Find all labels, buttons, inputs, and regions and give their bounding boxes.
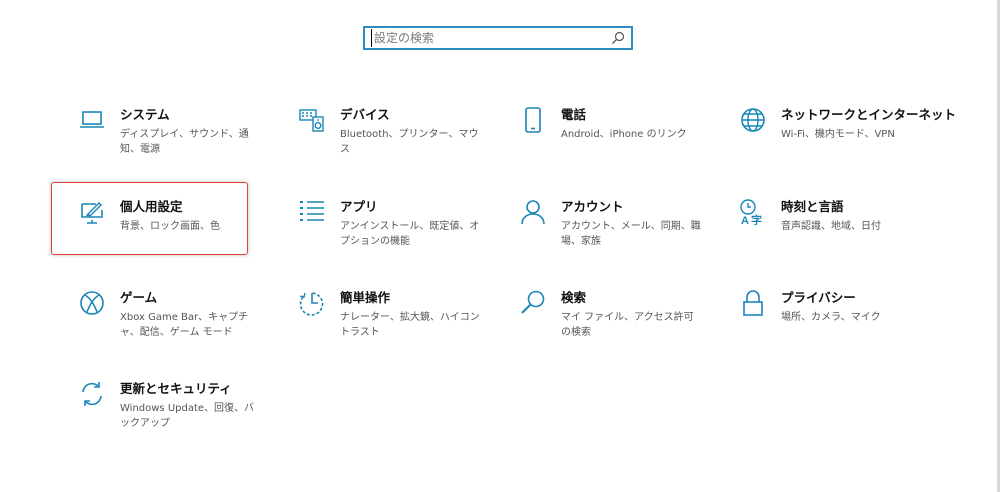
tile-title: 時刻と言語 bbox=[781, 199, 844, 214]
tile-description: Android、iPhone のリンク bbox=[561, 129, 687, 140]
globe-icon bbox=[740, 107, 766, 133]
tile-title: デバイス bbox=[340, 107, 390, 122]
tile-description: Bluetooth、プリンター、マウス bbox=[340, 129, 479, 155]
tile-title: ゲーム bbox=[120, 290, 158, 305]
tile-title: 電話 bbox=[561, 107, 587, 122]
tile-system[interactable]: システム ディスプレイ、サウンド、通知、電源 bbox=[79, 107, 269, 177]
tile-description: ナレーター、拡大鏡、ハイコントラスト bbox=[340, 312, 480, 338]
keyboard-speaker-icon bbox=[299, 107, 325, 133]
tile-title: アプリ bbox=[340, 199, 378, 214]
app-list-icon bbox=[299, 199, 325, 225]
settings-home: システム ディスプレイ、サウンド、通知、電源 デバイス Bluetooth、プリ… bbox=[0, 0, 1000, 492]
person-icon bbox=[520, 199, 546, 225]
time-language-icon: A字 bbox=[740, 199, 766, 225]
xbox-icon bbox=[79, 290, 105, 316]
tile-title: ネットワークとインターネット bbox=[781, 107, 957, 122]
tile-accounts[interactable]: アカウント アカウント、メール、同期、職場、家族 bbox=[520, 199, 710, 269]
tile-update-security[interactable]: 更新とセキュリティ Windows Update、回復、バックアップ bbox=[79, 381, 269, 451]
tile-devices[interactable]: デバイス Bluetooth、プリンター、マウス bbox=[299, 107, 489, 177]
tile-time-language[interactable]: A字 時刻と言語 音声認識、地域、日付 bbox=[740, 199, 930, 269]
phone-icon bbox=[520, 107, 546, 133]
tile-description: 音声認識、地域、日付 bbox=[781, 221, 881, 232]
laptop-icon bbox=[79, 107, 105, 133]
tile-description: ディスプレイ、サウンド、通知、電源 bbox=[120, 129, 249, 155]
tile-title: アカウント bbox=[561, 199, 624, 214]
search-magnifier-icon bbox=[520, 290, 546, 316]
tile-title: システム bbox=[120, 107, 170, 122]
sync-icon bbox=[79, 381, 105, 407]
tile-apps[interactable]: アプリ アンインストール、既定値、オプションの機能 bbox=[299, 199, 489, 269]
search-icon[interactable] bbox=[611, 31, 625, 45]
tile-description: 場所、カメラ、マイク bbox=[781, 312, 881, 323]
svg-text:A: A bbox=[741, 215, 749, 225]
tile-description: アンインストール、既定値、オプションの機能 bbox=[340, 221, 480, 247]
tile-privacy[interactable]: プライバシー 場所、カメラ、マイク bbox=[740, 290, 930, 360]
svg-text:字: 字 bbox=[751, 213, 762, 225]
tile-title: 検索 bbox=[561, 290, 587, 305]
tile-description: Windows Update、回復、バックアップ bbox=[120, 403, 255, 429]
ease-of-access-icon bbox=[299, 290, 325, 316]
tile-personalization[interactable]: 個人用設定 背景、ロック画面、色 bbox=[79, 199, 269, 269]
lock-icon bbox=[740, 290, 766, 316]
tile-search[interactable]: 検索 マイ ファイル、アクセス許可の検索 bbox=[520, 290, 710, 360]
tile-description: マイ ファイル、アクセス許可の検索 bbox=[561, 312, 694, 338]
tile-title: 個人用設定 bbox=[120, 199, 183, 214]
tile-description: Wi-Fi、機内モード、VPN bbox=[781, 129, 895, 140]
tile-phone[interactable]: 電話 Android、iPhone のリンク bbox=[520, 107, 710, 177]
tile-title: プライバシー bbox=[781, 290, 856, 305]
search-box[interactable] bbox=[363, 26, 633, 50]
tile-description: 背景、ロック画面、色 bbox=[120, 221, 220, 232]
tile-ease-of-access[interactable]: 簡単操作 ナレーター、拡大鏡、ハイコントラスト bbox=[299, 290, 489, 360]
tile-title: 簡単操作 bbox=[340, 290, 391, 305]
tile-description: Xbox Game Bar、キャプチャ、配信、ゲーム モード bbox=[120, 312, 249, 338]
tile-description: アカウント、メール、同期、職場、家族 bbox=[561, 221, 701, 247]
tile-title: 更新とセキュリティ bbox=[120, 381, 232, 396]
search-input[interactable] bbox=[371, 29, 604, 47]
paint-monitor-icon bbox=[79, 199, 105, 225]
tile-gaming[interactable]: ゲーム Xbox Game Bar、キャプチャ、配信、ゲーム モード bbox=[79, 290, 269, 360]
tile-network[interactable]: ネットワークとインターネット Wi-Fi、機内モード、VPN bbox=[740, 107, 956, 177]
